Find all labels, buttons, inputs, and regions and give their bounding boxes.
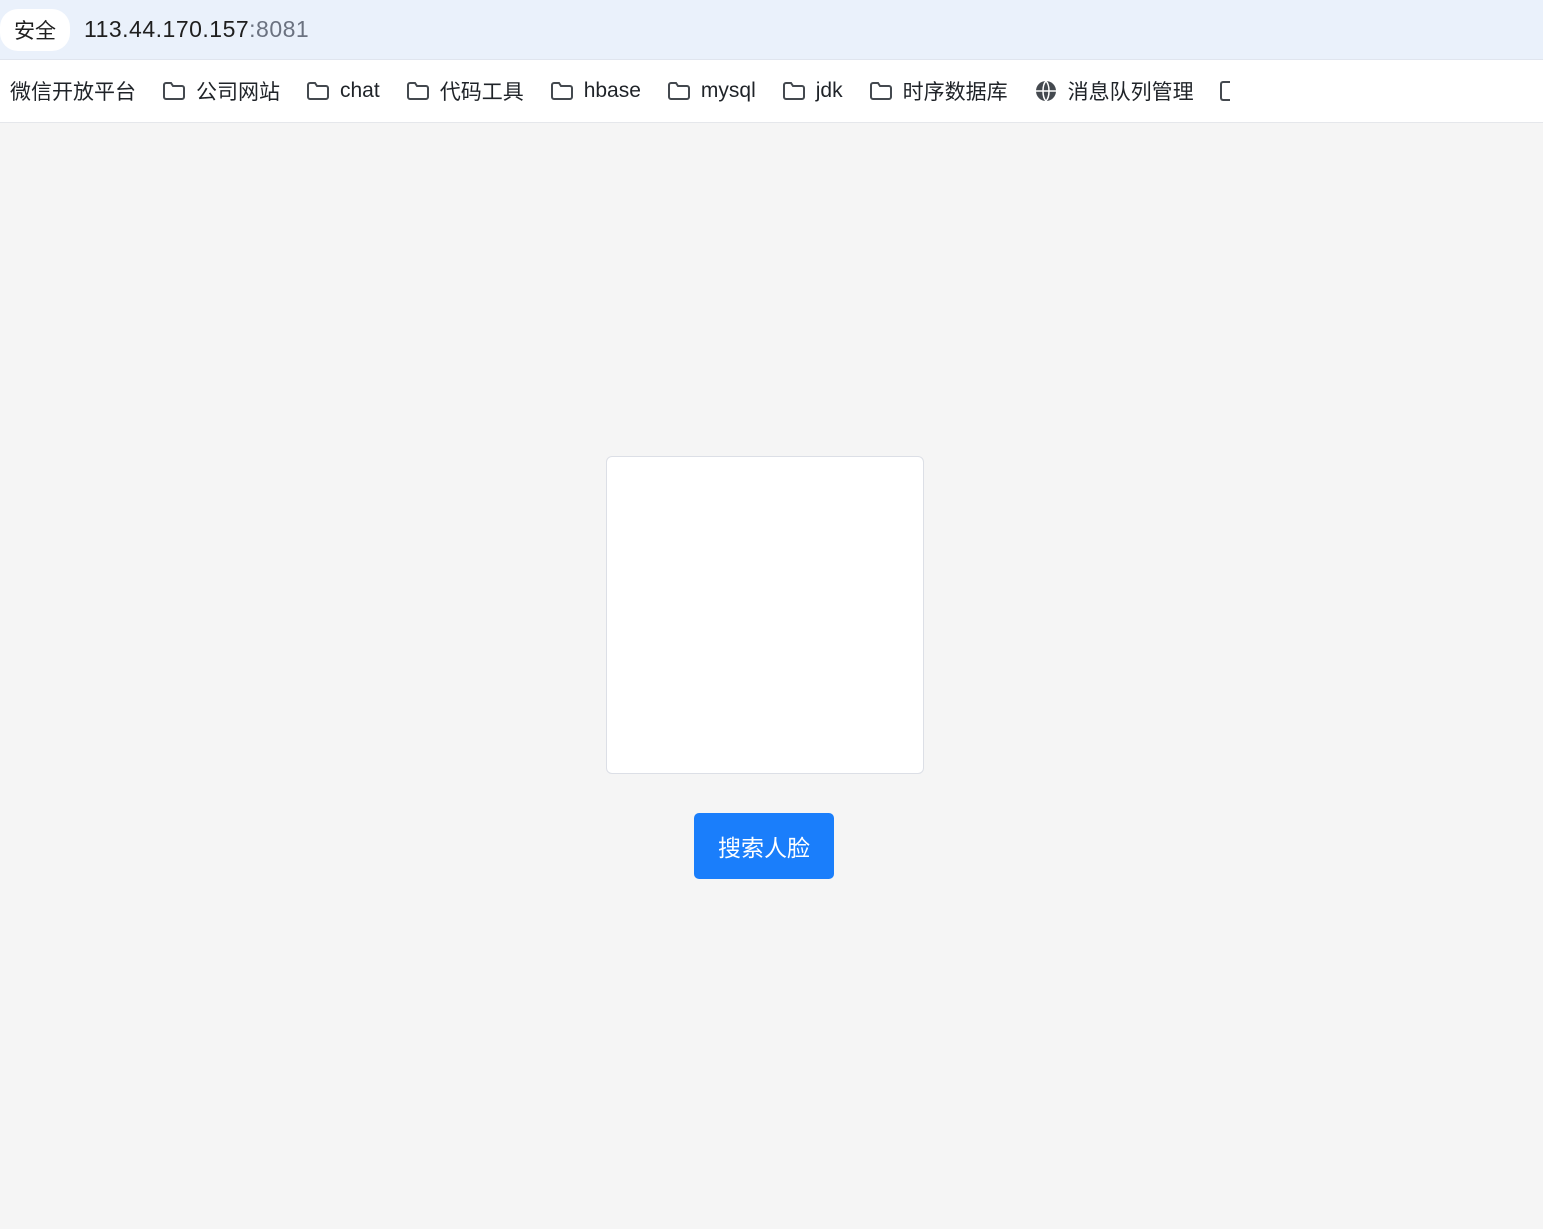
bookmark-label: mysql <box>701 79 756 103</box>
bookmark-label: 消息队列管理 <box>1068 76 1194 106</box>
bookmark-partial[interactable] <box>1220 81 1230 101</box>
address-bar: 安全 113.44.170.157:8081 <box>0 0 1543 60</box>
bookmark-message-queue[interactable]: 消息队列管理 <box>1034 76 1194 106</box>
content-area: 搜索人脸 <box>0 123 1543 1229</box>
bookmarks-bar: 微信开放平台 公司网站 chat 代码工具 hbase mysql jdk 时序… <box>0 60 1543 123</box>
folder-icon <box>550 81 574 101</box>
security-badge[interactable]: 安全 <box>0 9 70 51</box>
url-host: 113.44.170.157 <box>84 16 249 42</box>
folder-icon <box>667 81 691 101</box>
globe-icon <box>1034 79 1058 103</box>
bookmark-label: chat <box>340 79 380 103</box>
bookmark-jdk[interactable]: jdk <box>782 79 843 103</box>
url-text[interactable]: 113.44.170.157:8081 <box>84 16 309 43</box>
folder-icon <box>1220 81 1230 101</box>
bookmark-label: 代码工具 <box>440 76 524 106</box>
bookmark-hbase[interactable]: hbase <box>550 79 641 103</box>
url-port: :8081 <box>249 16 309 42</box>
bookmark-label: 时序数据库 <box>903 76 1008 106</box>
search-face-button[interactable]: 搜索人脸 <box>694 813 834 879</box>
search-button-label: 搜索人脸 <box>718 835 810 861</box>
folder-icon <box>406 81 430 101</box>
bookmark-company-website[interactable]: 公司网站 <box>162 76 280 106</box>
bookmark-timeseries-db[interactable]: 时序数据库 <box>869 76 1008 106</box>
folder-icon <box>869 81 893 101</box>
bookmark-label: hbase <box>584 79 641 103</box>
folder-icon <box>162 81 186 101</box>
security-badge-text: 安全 <box>14 15 56 45</box>
bookmark-label: 微信开放平台 <box>10 76 136 106</box>
bookmark-label: jdk <box>816 79 843 103</box>
folder-icon <box>782 81 806 101</box>
bookmark-wechat-open-platform[interactable]: 微信开放平台 <box>10 76 136 106</box>
image-upload-box[interactable] <box>606 456 924 774</box>
folder-icon <box>306 81 330 101</box>
bookmark-label: 公司网站 <box>196 76 280 106</box>
bookmark-mysql[interactable]: mysql <box>667 79 756 103</box>
bookmark-chat[interactable]: chat <box>306 79 380 103</box>
bookmark-code-tools[interactable]: 代码工具 <box>406 76 524 106</box>
